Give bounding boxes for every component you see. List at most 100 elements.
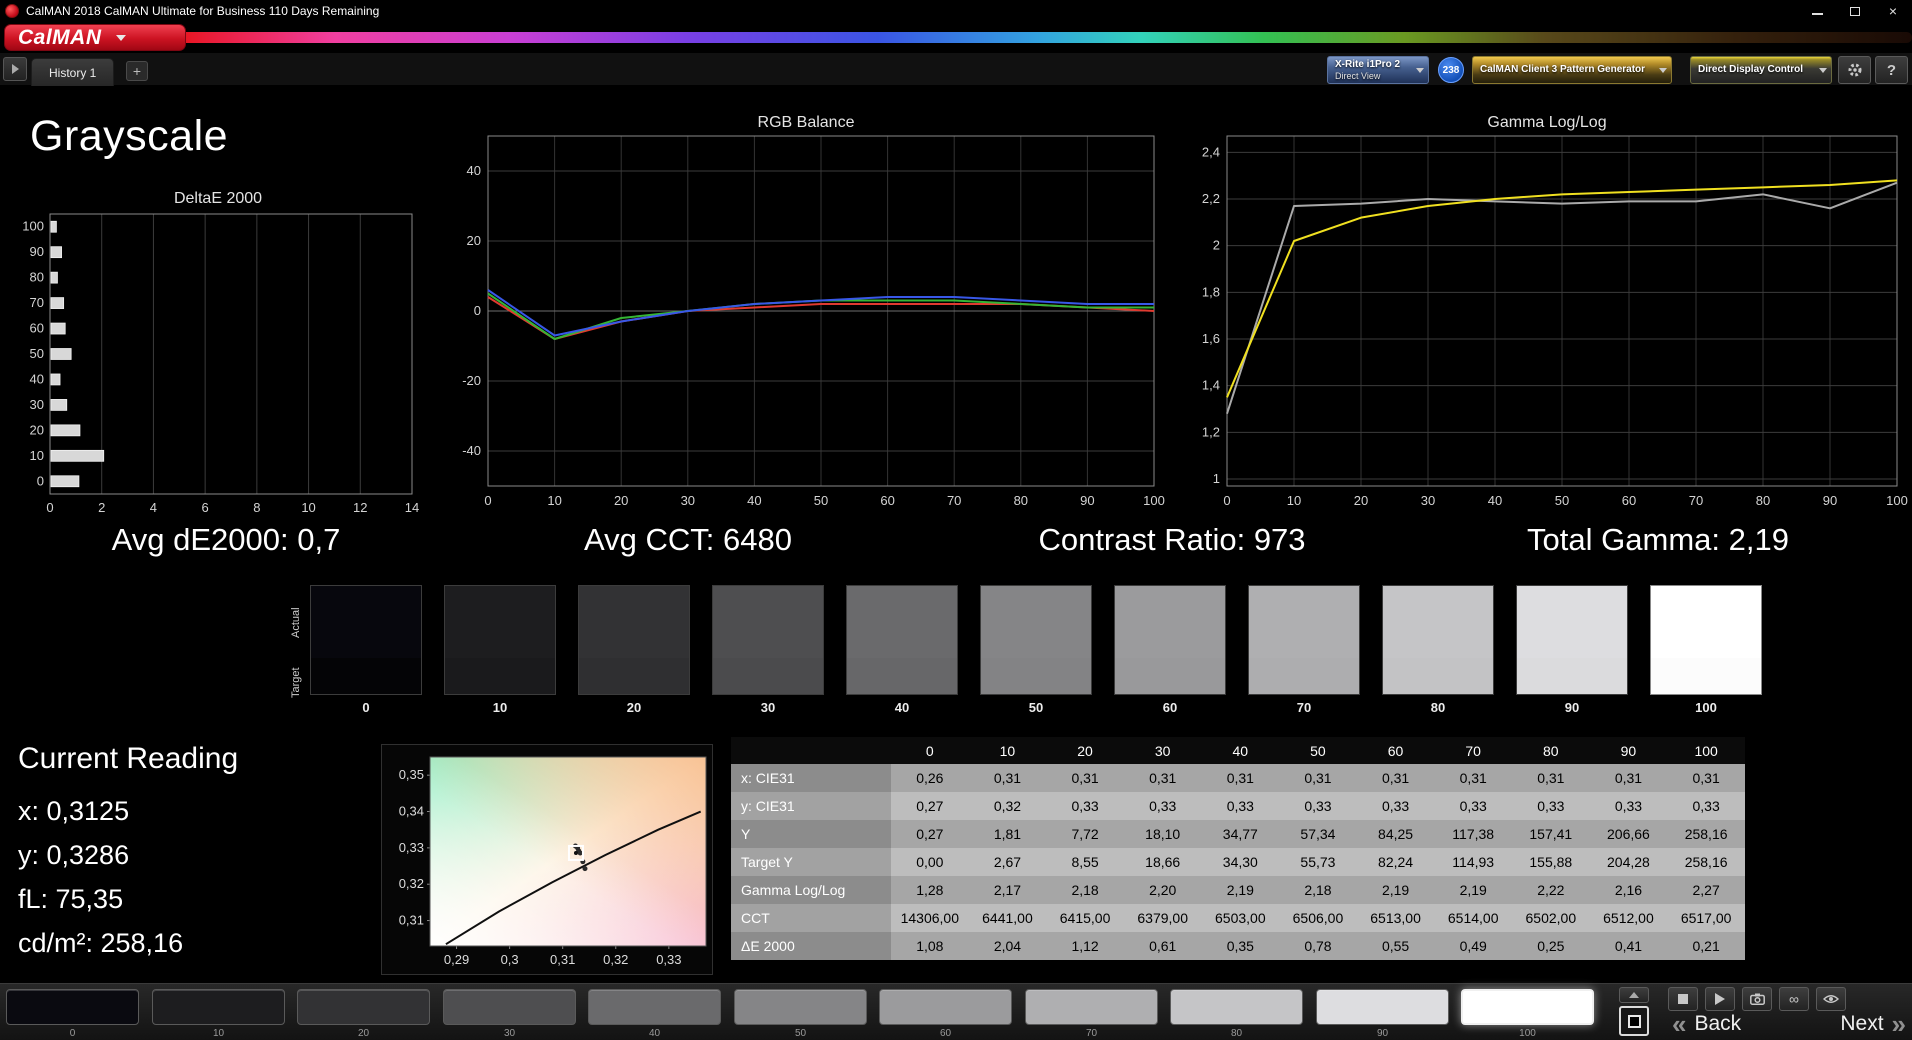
grayscale-swatch-10 — [444, 585, 556, 695]
current-reading-fl: fL: 75,35 — [18, 884, 124, 914]
svg-text:0,31: 0,31 — [550, 952, 575, 967]
svg-text:14: 14 — [405, 500, 419, 515]
continuous-measure-button[interactable]: ∞ — [1779, 987, 1809, 1011]
svg-text:10: 10 — [301, 500, 315, 515]
table-cell: 0,33 — [1667, 792, 1745, 820]
table-cell: 14306,00 — [891, 904, 969, 932]
eye-button[interactable] — [1816, 987, 1846, 1011]
pattern-generator-name: CalMAN Client 3 Pattern Generator — [1480, 64, 1646, 76]
pattern-level-button-50[interactable] — [734, 989, 867, 1025]
current-reading-cdm2: cd/m²: 258,16 — [18, 928, 184, 958]
add-tab-button[interactable]: + — [126, 61, 148, 81]
svg-text:40: 40 — [30, 371, 44, 386]
measurement-count-badge[interactable]: 238 — [1438, 57, 1464, 83]
maximize-button[interactable] — [1836, 0, 1874, 22]
table-cell: 82,24 — [1356, 848, 1435, 876]
table-cell: 0,27 — [891, 792, 969, 820]
table-cell: 0,31 — [1434, 764, 1512, 792]
stop-icon — [1678, 994, 1688, 1004]
minimize-button[interactable] — [1798, 0, 1836, 22]
swatch-target — [579, 658, 689, 694]
table-cell: 18,10 — [1123, 820, 1202, 848]
table-cell: 6514,00 — [1434, 904, 1512, 932]
svg-text:2: 2 — [1213, 238, 1220, 253]
pattern-level-button-40[interactable] — [588, 989, 721, 1025]
svg-text:-20: -20 — [462, 373, 481, 388]
pattern-level-label: 40 — [648, 1028, 661, 1039]
settings-button[interactable] — [1838, 56, 1871, 84]
page-title: Grayscale — [30, 112, 229, 160]
table-cell: 0,25 — [1512, 932, 1590, 960]
actual-row-label: Actual — [290, 607, 302, 639]
svg-text:10: 10 — [30, 448, 44, 463]
pattern-level-button-30[interactable] — [443, 989, 576, 1025]
pattern-level-button-20[interactable] — [297, 989, 430, 1025]
back-button[interactable]: Back — [1694, 1012, 1741, 1036]
table-cell: 1,08 — [891, 932, 969, 960]
tab-history-1[interactable]: History 1 — [31, 58, 115, 86]
next-button[interactable]: Next — [1840, 1012, 1883, 1036]
table-col-header: 80 — [1512, 737, 1590, 764]
meter-dropdown[interactable]: X-Rite i1Pro 2 Direct View — [1327, 56, 1429, 84]
meter-name: X-Rite i1Pro 2 — [1335, 59, 1401, 71]
table-row-label: Y — [731, 820, 891, 848]
camera-button[interactable] — [1742, 987, 1772, 1011]
table-cell: 0,31 — [1356, 764, 1435, 792]
table-cell: 55,73 — [1279, 848, 1357, 876]
pattern-level-button-10[interactable] — [152, 989, 285, 1025]
table-row: Gamma Log/Log 1,28 2,17 2,18 2,20 2,19 2,18 2,1… — [731, 876, 1745, 904]
table-cell: 6502,00 — [1512, 904, 1590, 932]
pattern-level-button-90[interactable] — [1316, 989, 1449, 1025]
table-row-label: x: CIE31 — [731, 764, 891, 792]
table-cell: 0,33 — [1279, 792, 1357, 820]
help-button[interactable]: ? — [1875, 56, 1908, 84]
svg-text:40: 40 — [467, 163, 481, 178]
table-col-header: 0 — [891, 737, 969, 764]
svg-text:8: 8 — [253, 500, 260, 515]
play-button[interactable] — [1705, 987, 1735, 1011]
pattern-level-button-100[interactable] — [1461, 989, 1594, 1025]
table-cell: 0,21 — [1667, 932, 1745, 960]
pattern-options-button[interactable] — [1619, 987, 1649, 1003]
table-cell: 2,19 — [1201, 876, 1280, 904]
table-cell: 84,25 — [1356, 820, 1435, 848]
swatch-level-label: 60 — [1162, 700, 1178, 715]
table-cell: 8,55 — [1046, 848, 1124, 876]
pattern-level-button-0[interactable] — [6, 989, 139, 1025]
swatch-actual — [713, 586, 823, 659]
table-col-header: 40 — [1201, 737, 1280, 764]
panel-expand-button[interactable] — [3, 57, 27, 81]
swatch-target — [1517, 658, 1627, 694]
svg-text:0,33: 0,33 — [656, 952, 681, 967]
gamma-chart: 0 10 20 30 40 50 60 70 80 90 100 1 1,2 1,4 1,6 1,8 2 2,2 2… — [1202, 135, 1908, 508]
pattern-level-label: 20 — [357, 1028, 370, 1039]
svg-text:90: 90 — [1823, 493, 1837, 508]
stop-button[interactable] — [1668, 987, 1698, 1011]
table-cell: 6441,00 — [968, 904, 1047, 932]
svg-text:80: 80 — [30, 270, 44, 285]
rainbow-strip — [160, 32, 1912, 43]
swatch-target — [311, 658, 421, 694]
pattern-level-button-80[interactable] — [1170, 989, 1303, 1025]
table-cell: 2,18 — [1279, 876, 1357, 904]
display-control-dropdown[interactable]: Direct Display Control — [1690, 56, 1832, 84]
table-cell: 2,18 — [1046, 876, 1124, 904]
close-button[interactable]: × — [1874, 0, 1912, 22]
pattern-level-label: 70 — [1085, 1028, 1098, 1039]
calman-menu-button[interactable]: CalMAN — [4, 24, 186, 51]
target-row-label: Target — [290, 667, 302, 699]
swatch-target — [981, 658, 1091, 694]
table-cell: 6517,00 — [1667, 904, 1745, 932]
chevron-down-icon — [1416, 68, 1424, 73]
pattern-generator-dropdown[interactable]: CalMAN Client 3 Pattern Generator — [1472, 56, 1672, 84]
display-control-name: Direct Display Control — [1698, 64, 1804, 76]
pattern-window-button[interactable] — [1619, 1006, 1649, 1036]
table-col-header: 30 — [1123, 737, 1202, 764]
svg-text:0,32: 0,32 — [603, 952, 628, 967]
pattern-level-button-60[interactable] — [879, 989, 1012, 1025]
pattern-level-button-70[interactable] — [1025, 989, 1158, 1025]
grayscale-swatch-30 — [712, 585, 824, 695]
grayscale-swatch-80 — [1382, 585, 1494, 695]
pattern-level-label: 60 — [939, 1028, 952, 1039]
table-cell: 0,31 — [1123, 764, 1202, 792]
